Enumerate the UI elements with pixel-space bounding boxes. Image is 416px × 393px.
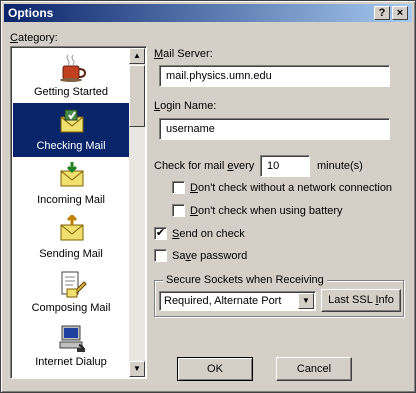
- save-password-checkbox[interactable]: [154, 249, 167, 262]
- cancel-button[interactable]: Cancel: [276, 357, 352, 381]
- options-dialog: Options ? × Category: Getting Started Ch…: [0, 0, 416, 393]
- category-item-label: Composing Mail: [31, 302, 111, 314]
- category-label: Category:: [10, 32, 58, 44]
- category-item-composing-mail[interactable]: Composing Mail: [13, 265, 129, 319]
- check-mark-icon: ✔: [155, 227, 166, 239]
- category-list[interactable]: Getting Started Checking Mail Incoming M…: [10, 46, 147, 379]
- login-name-input[interactable]: username: [159, 118, 390, 140]
- send-on-check-label: Send on check: [172, 228, 245, 240]
- no-battery-checkbox[interactable]: [172, 204, 185, 217]
- send-on-check-checkbox[interactable]: ✔: [154, 227, 167, 240]
- mail-server-label: Mail Server:: [154, 48, 213, 60]
- sending-mail-icon: [60, 215, 84, 241]
- ssl-group-title: Secure Sockets when Receiving: [163, 274, 327, 286]
- chevron-down-icon[interactable]: ▼: [298, 293, 314, 309]
- category-scrollbar[interactable]: ▲ ▼: [129, 48, 145, 377]
- category-item-internet-dialup[interactable]: Internet Dialup: [13, 319, 129, 373]
- no-network-label: Don't check without a network connection: [190, 182, 393, 194]
- category-item-label: Sending Mail: [39, 248, 103, 260]
- category-item-label: Checking Mail: [36, 140, 106, 152]
- category-item-label: Internet Dialup: [35, 356, 107, 368]
- ssl-mode-select[interactable]: Required, Alternate Port ▼: [159, 291, 316, 311]
- login-name-label: Login Name:: [154, 100, 217, 112]
- dialup-computer-icon: [59, 325, 85, 353]
- incoming-mail-icon: [60, 162, 84, 187]
- category-item-checking-mail[interactable]: Checking Mail: [13, 103, 129, 157]
- ok-button[interactable]: OK: [177, 357, 253, 381]
- help-button[interactable]: ?: [374, 6, 390, 20]
- category-item-incoming-mail[interactable]: Incoming Mail: [13, 157, 129, 211]
- scroll-up-button[interactable]: ▲: [129, 48, 145, 64]
- last-ssl-info-button[interactable]: Last SSL Info: [321, 289, 401, 312]
- window-title: Options: [8, 6, 54, 20]
- save-password-label: Save password: [172, 250, 248, 262]
- no-network-checkbox[interactable]: [172, 181, 185, 194]
- category-item-label: Getting Started: [34, 86, 108, 98]
- category-item-getting-started[interactable]: Getting Started: [13, 49, 129, 103]
- close-button[interactable]: ×: [392, 6, 408, 20]
- category-item-label: Incoming Mail: [37, 194, 105, 206]
- scroll-thumb[interactable]: [129, 65, 145, 127]
- composing-mail-icon: [61, 271, 87, 298]
- minutes-unit-label: minute(s): [317, 160, 363, 172]
- ssl-mode-value: Required, Alternate Port: [164, 295, 282, 307]
- mail-server-input[interactable]: mail.physics.umn.edu: [159, 65, 390, 87]
- no-battery-label: Don't check when using battery: [190, 205, 343, 217]
- scroll-down-button[interactable]: ▼: [129, 361, 145, 377]
- check-every-label: Check for mail every: [154, 160, 255, 172]
- check-interval-input[interactable]: 10: [260, 155, 310, 177]
- category-item-sending-mail[interactable]: Sending Mail: [13, 211, 129, 265]
- mail-check-icon: [60, 109, 84, 133]
- coffee-cup-icon: [60, 54, 87, 82]
- title-bar[interactable]: Options ? ×: [4, 4, 412, 22]
